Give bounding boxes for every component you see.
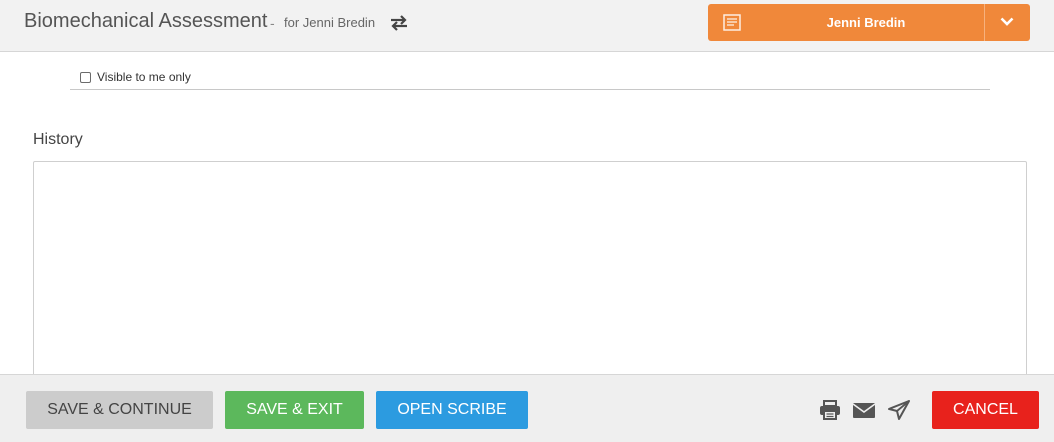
visible-to-me-only-checkbox[interactable]: [80, 71, 91, 83]
page-title: Biomechanical Assessment: [24, 10, 268, 32]
history-label: History: [33, 131, 83, 148]
print-icon[interactable]: [818, 399, 842, 421]
mail-icon[interactable]: [852, 399, 876, 421]
chevron-down-icon: [1000, 17, 1014, 26]
patient-subtitle: for Jenni Bredin: [284, 15, 376, 30]
visible-to-me-only-label[interactable]: Visible to me only: [97, 70, 191, 84]
save-continue-button[interactable]: SAVE & CONTINUE: [26, 391, 213, 429]
save-exit-button[interactable]: SAVE & EXIT: [225, 391, 364, 429]
visible-to-me-only-row: Visible to me only: [80, 70, 191, 84]
page-header: Biomechanical Assessment - for Jenni Bre…: [0, 0, 1054, 52]
open-scribe-button[interactable]: OPEN SCRIBE: [376, 391, 528, 429]
patient-dropdown-toggle[interactable]: [985, 4, 1030, 41]
patient-button[interactable]: Jenni Bredin: [708, 4, 1030, 41]
footer-toolbar: SAVE & CONTINUE SAVE & EXIT OPEN SCRIBE …: [0, 374, 1054, 442]
send-icon[interactable]: [887, 399, 911, 421]
swap-icon[interactable]: [389, 14, 409, 32]
patient-name: Jenni Bredin: [826, 15, 906, 30]
document-icon: [723, 14, 741, 31]
history-textarea[interactable]: [33, 161, 1027, 391]
cancel-button[interactable]: CANCEL: [932, 391, 1039, 429]
section-divider: [70, 89, 990, 90]
title-separator: -: [270, 15, 275, 31]
